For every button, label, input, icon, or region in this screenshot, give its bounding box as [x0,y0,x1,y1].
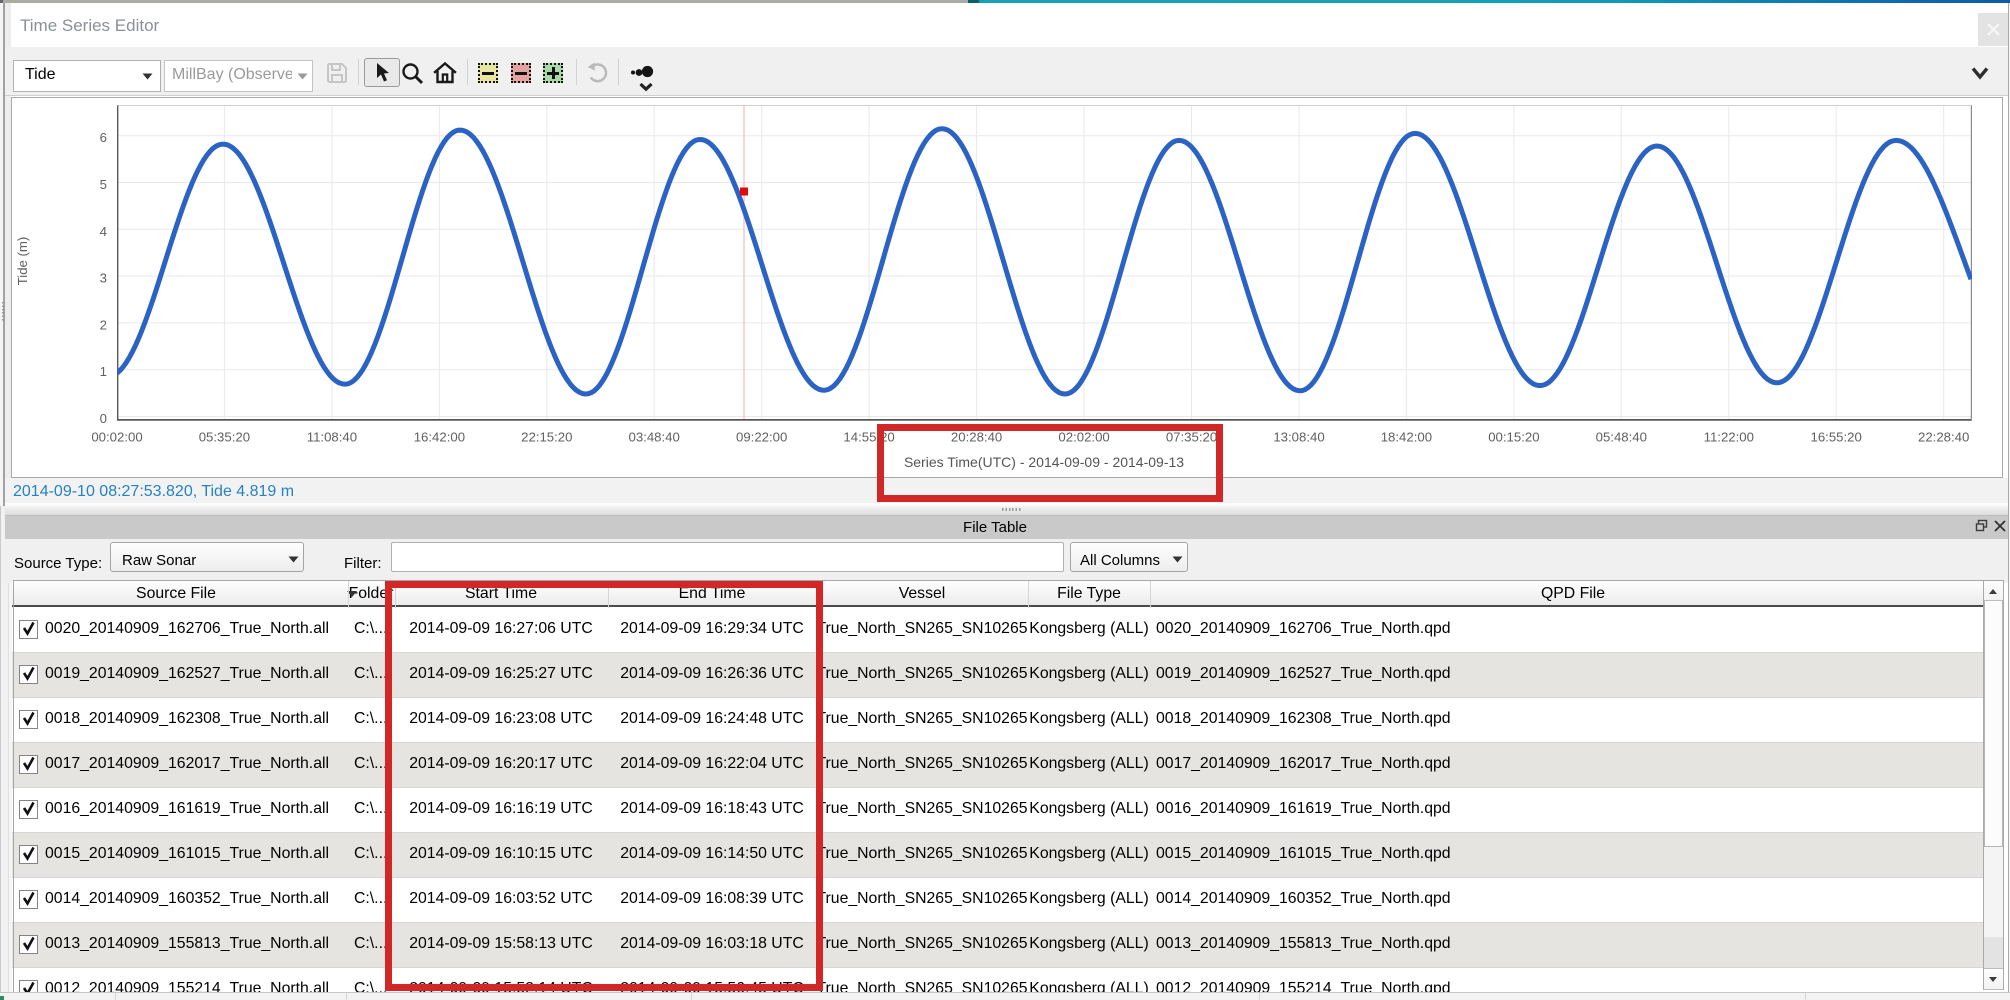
svg-text:00:02:00: 00:02:00 [91,430,142,445]
svg-text:16:55:20: 16:55:20 [1811,430,1862,445]
svg-text:5: 5 [100,177,107,192]
svg-text:05:35:20: 05:35:20 [199,430,250,445]
svg-text:6: 6 [100,130,107,145]
svg-text:1: 1 [100,364,107,379]
svg-text:16:42:00: 16:42:00 [414,430,465,445]
svg-text:18:42:00: 18:42:00 [1381,430,1432,445]
svg-text:03:48:40: 03:48:40 [629,430,680,445]
svg-text:05:48:40: 05:48:40 [1596,430,1647,445]
svg-text:13:08:40: 13:08:40 [1273,430,1324,445]
svg-text:0: 0 [100,411,107,426]
svg-text:11:08:40: 11:08:40 [307,430,357,445]
svg-text:22:15:20: 22:15:20 [521,430,572,445]
svg-text:Tide (m): Tide (m) [15,237,30,286]
svg-text:2: 2 [100,317,107,332]
svg-text:4: 4 [100,224,107,239]
svg-text:22:28:40: 22:28:40 [1918,430,1969,445]
svg-text:11:22:00: 11:22:00 [1704,430,1754,445]
svg-text:3: 3 [100,271,107,286]
svg-text:09:22:00: 09:22:00 [736,430,787,445]
svg-text:00:15:20: 00:15:20 [1488,430,1539,445]
